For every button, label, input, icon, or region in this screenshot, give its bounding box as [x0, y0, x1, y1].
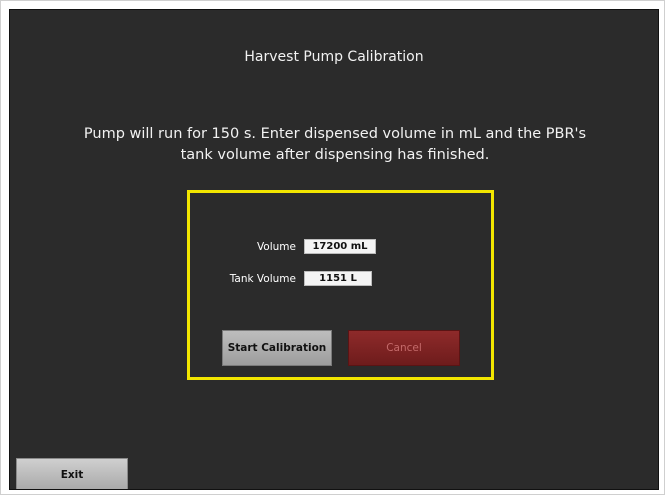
- volume-field[interactable]: 17200 mL: [304, 239, 376, 254]
- window-frame: Harvest Pump Calibration Pump will run f…: [0, 0, 665, 495]
- page-title: Harvest Pump Calibration: [244, 49, 424, 65]
- instructions-text: Pump will run for 150 s. Enter dispensed…: [83, 126, 587, 163]
- start-calibration-button[interactable]: Start Calibration: [222, 330, 332, 366]
- calibration-panel: Volume 17200 mL Tank Volume 1151 L Start…: [187, 190, 494, 380]
- volume-label: Volume: [256, 241, 296, 253]
- tank-volume-label: Tank Volume: [229, 273, 296, 285]
- tank-volume-field[interactable]: 1151 L: [304, 271, 372, 286]
- calibration-screen: Harvest Pump Calibration Pump will run f…: [9, 9, 659, 490]
- exit-button[interactable]: Exit: [16, 458, 128, 489]
- cancel-button[interactable]: Cancel: [348, 330, 460, 366]
